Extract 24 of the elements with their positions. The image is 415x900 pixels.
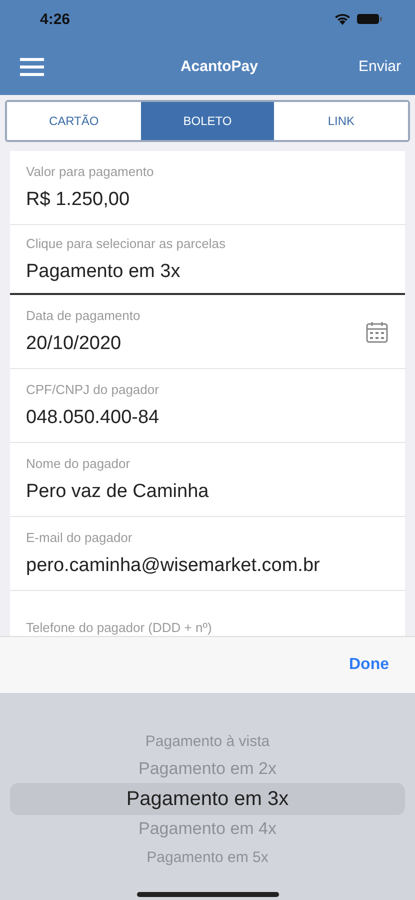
field-label: Valor para pagamento <box>26 164 155 179</box>
menu-icon[interactable] <box>20 58 44 76</box>
wifi-icon <box>334 13 351 25</box>
field-label: Data de pagamento <box>26 308 142 323</box>
input-field[interactable]: 048.050.400-84 <box>26 407 389 429</box>
status-time: 4:26 <box>40 10 70 28</box>
field-label: Clique para selecionar as parcelas <box>26 236 226 250</box>
field-label: CPF/CNPJ do pagador <box>26 382 160 397</box>
picker-field[interactable]: Pagamento em 3x <box>26 260 389 282</box>
field-label: Telefone do pagador (DDD + nº) <box>26 620 213 635</box>
calendar-icon[interactable] <box>365 320 389 344</box>
picker-option[interactable]: Pagamento em 3x <box>10 783 405 815</box>
tab[interactable]: BOLETO <box>140 102 274 140</box>
done-button[interactable]: Done <box>343 655 395 675</box>
field-label: Nome do pagador <box>26 456 132 471</box>
input-field[interactable]: pero.caminha@wisemarket.com.br <box>26 555 389 577</box>
input-field[interactable]: R$ 1.250,00 <box>26 189 389 211</box>
app-title: AcantoPay <box>179 58 259 75</box>
input-field[interactable]: Pero vaz de Caminha <box>26 481 389 503</box>
send-button[interactable]: Enviar <box>358 58 401 75</box>
input-field[interactable]: 20/10/2020 <box>26 333 365 355</box>
battery-icon <box>357 13 383 25</box>
field-label: E-mail do pagador <box>26 530 134 545</box>
picker-wheel[interactable]: Pagamento à vista Pagamento em 2x Pagamento em 3x Pagamento em 4x Pagamento em 5x <box>0 693 415 900</box>
